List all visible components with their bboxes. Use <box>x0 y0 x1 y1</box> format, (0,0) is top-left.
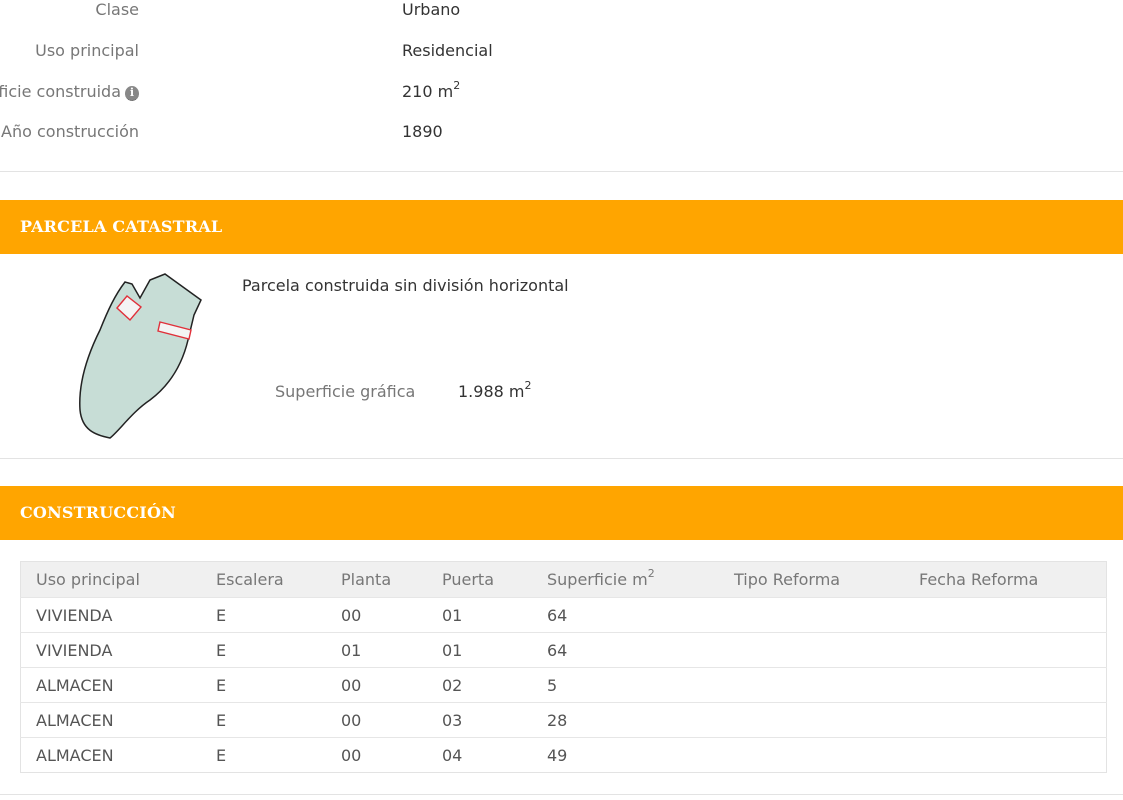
superficie-grafica-label: Superficie gráfica <box>275 382 416 401</box>
superficie-grafica-value: 1.988 m2 <box>458 378 532 401</box>
table-row: VIVIENDA E 00 01 64 <box>20 597 1107 633</box>
cell-escalera: E <box>201 667 326 703</box>
parcela-description: Parcela construida sin división horizont… <box>242 276 569 295</box>
cell-planta: 00 <box>326 737 427 773</box>
clase-value: Urbano <box>402 0 461 19</box>
table-row: ALMACEN E 00 03 28 <box>20 702 1107 738</box>
col-fecha-reforma: Fecha Reforma <box>904 561 1107 598</box>
col-superficie: Superficie m2 <box>532 561 719 598</box>
superficie-construida-text: Superficie construida <box>0 82 121 101</box>
cell-puerta: 01 <box>427 632 532 668</box>
cell-tipo-reforma <box>719 702 904 738</box>
parcel-outline <box>79 273 202 439</box>
cell-fecha-reforma <box>904 702 1107 738</box>
construccion-table: Uso principal Escalera Planta Puerta Sup… <box>20 561 1107 773</box>
table-row: ALMACEN E 00 04 49 <box>20 737 1107 773</box>
superficie-grafica-number: 1.988 m <box>458 382 525 401</box>
cell-superficie: 5 <box>532 667 719 703</box>
superficie-construida-value: 210 m2 <box>402 78 461 101</box>
cell-planta: 00 <box>326 667 427 703</box>
cell-puerta: 02 <box>427 667 532 703</box>
col-escalera: Escalera <box>201 561 326 598</box>
parcela-title: PARCELA CATASTRAL <box>20 217 223 236</box>
cell-uso: VIVIENDA <box>20 632 201 668</box>
table-header-row: Uso principal Escalera Planta Puerta Sup… <box>20 561 1107 598</box>
parcel-map-icon[interactable] <box>70 270 210 440</box>
cell-puerta: 04 <box>427 737 532 773</box>
superficie-construida-sup: 2 <box>453 78 461 92</box>
inmueble-panel: Clase Urbano Uso principal Residencial S… <box>0 0 1123 172</box>
cell-escalera: E <box>201 702 326 738</box>
superficie-grafica-sup: 2 <box>524 378 532 392</box>
cell-uso: ALMACEN <box>20 667 201 703</box>
col-planta: Planta <box>326 561 427 598</box>
cell-tipo-reforma <box>719 597 904 633</box>
table-row: VIVIENDA E 01 01 64 <box>20 632 1107 668</box>
cell-tipo-reforma <box>719 667 904 703</box>
cell-fecha-reforma <box>904 667 1107 703</box>
cell-fecha-reforma <box>904 632 1107 668</box>
uso-principal-row: Uso principal Residencial <box>0 41 900 65</box>
cell-escalera: E <box>201 597 326 633</box>
superficie-construida-row: Superficie construida i 210 m2 <box>0 78 900 106</box>
uso-principal-label: Uso principal <box>35 41 139 60</box>
cell-superficie: 64 <box>532 632 719 668</box>
clase-row: Clase Urbano <box>0 0 900 24</box>
cell-superficie: 49 <box>532 737 719 773</box>
ano-construccion-row: Año construcción 1890 <box>0 122 900 146</box>
ano-construccion-label: Año construcción <box>1 122 139 141</box>
parcela-body: Parcela construida sin división horizont… <box>0 254 1123 459</box>
superficie-construida-number: 210 m <box>402 82 454 101</box>
cell-superficie: 28 <box>532 702 719 738</box>
cell-puerta: 01 <box>427 597 532 633</box>
cell-fecha-reforma <box>904 737 1107 773</box>
ano-construccion-value: 1890 <box>402 122 443 141</box>
construccion-body: Uso principal Escalera Planta Puerta Sup… <box>0 540 1123 795</box>
cell-superficie: 64 <box>532 597 719 633</box>
col-superficie-sup: 2 <box>647 566 655 580</box>
cell-uso: VIVIENDA <box>20 597 201 633</box>
cell-uso: ALMACEN <box>20 737 201 773</box>
superficie-construida-label: Superficie construida i <box>0 82 139 101</box>
col-superficie-text: Superficie m <box>547 570 648 589</box>
col-tipo-reforma: Tipo Reforma <box>719 561 904 598</box>
cell-escalera: E <box>201 737 326 773</box>
parcela-header: PARCELA CATASTRAL <box>0 200 1123 254</box>
cell-tipo-reforma <box>719 632 904 668</box>
cell-puerta: 03 <box>427 702 532 738</box>
cell-planta: 01 <box>326 632 427 668</box>
cell-planta: 00 <box>326 702 427 738</box>
info-icon[interactable]: i <box>125 86 139 101</box>
clase-label: Clase <box>95 0 139 19</box>
construccion-header: CONSTRUCCIÓN <box>0 486 1123 540</box>
cell-escalera: E <box>201 632 326 668</box>
cell-tipo-reforma <box>719 737 904 773</box>
table-row: ALMACEN E 00 02 5 <box>20 667 1107 703</box>
uso-principal-value: Residencial <box>402 41 493 60</box>
col-puerta: Puerta <box>427 561 532 598</box>
construccion-title: CONSTRUCCIÓN <box>20 503 176 522</box>
cell-planta: 00 <box>326 597 427 633</box>
cell-fecha-reforma <box>904 597 1107 633</box>
cell-uso: ALMACEN <box>20 702 201 738</box>
col-uso-principal: Uso principal <box>20 561 201 598</box>
